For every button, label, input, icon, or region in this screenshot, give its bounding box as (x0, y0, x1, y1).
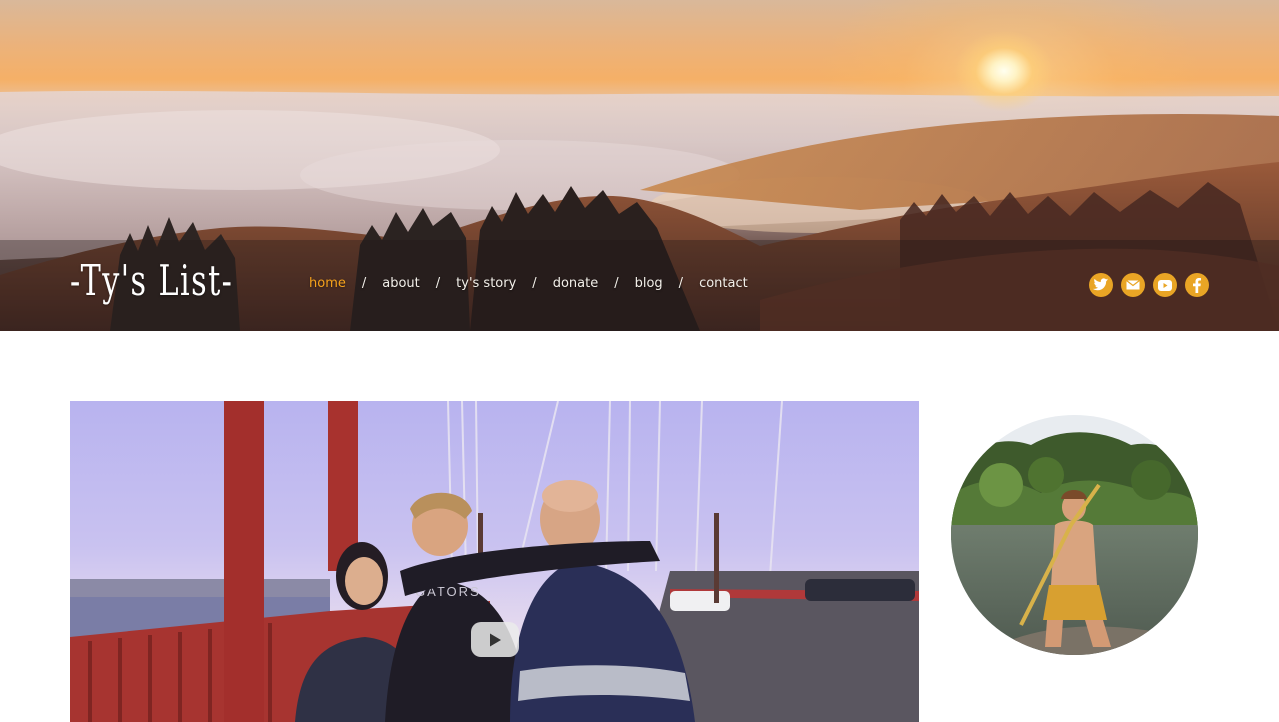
video-thumbnail-image: GATORS (70, 401, 919, 722)
sun (954, 30, 1054, 112)
email-icon[interactable] (1121, 273, 1145, 297)
main-nav: home / about / ty's story / donate / blo… (309, 276, 748, 291)
play-icon (490, 633, 501, 646)
facebook-icon[interactable] (1185, 273, 1209, 297)
nav-item-tys-story[interactable]: ty's story (456, 276, 516, 291)
youtube-icon[interactable] (1153, 273, 1177, 297)
nav-separator: / (361, 276, 367, 291)
kayaker-photo (951, 415, 1198, 655)
video-player[interactable]: GATORS (70, 401, 919, 722)
nav-item-blog[interactable]: blog (635, 276, 663, 291)
nav-separator: / (435, 276, 441, 291)
nav-separator: / (614, 276, 619, 291)
site-logo[interactable]: -Ty's List- (70, 256, 233, 305)
social-links (1089, 273, 1209, 297)
nav-item-about[interactable]: about (382, 276, 420, 291)
hero-header: -Ty's List- home / about / ty's story / … (0, 0, 1279, 331)
nav-item-home[interactable]: home (309, 276, 346, 291)
twitter-icon[interactable] (1089, 273, 1113, 297)
nav-separator: / (678, 276, 684, 291)
nav-separator: / (532, 276, 537, 291)
profile-photo (951, 415, 1198, 655)
play-button[interactable] (471, 622, 519, 657)
nav-item-donate[interactable]: donate (553, 276, 599, 291)
nav-item-contact[interactable]: contact (699, 276, 748, 291)
